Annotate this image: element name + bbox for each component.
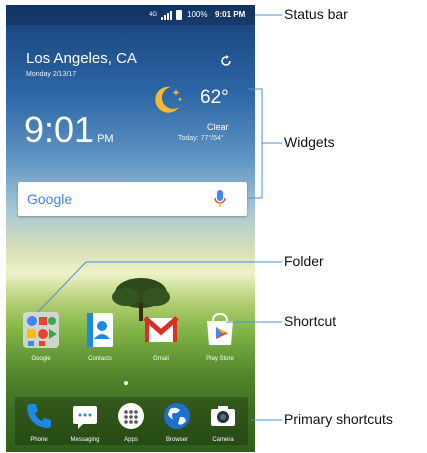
app-label: Camera	[212, 437, 234, 443]
contacts-icon	[87, 313, 113, 347]
app-label: Contacts	[88, 356, 112, 362]
app-label: Browser	[165, 437, 188, 443]
microphone-icon[interactable]	[213, 189, 227, 209]
battery-percent: 100%	[187, 10, 208, 19]
play-store-icon	[207, 312, 233, 345]
app-label: Play Store	[206, 356, 234, 362]
browser-icon	[164, 403, 190, 429]
google-folder-icon	[23, 312, 59, 348]
app-label: Apps	[124, 437, 138, 443]
battery-icon	[176, 10, 182, 20]
messaging-icon	[73, 406, 97, 429]
callout-folder: Folder	[284, 253, 324, 269]
moon-stars-icon	[155, 86, 183, 113]
app-label: Messaging	[70, 437, 100, 443]
gmail-icon	[143, 316, 179, 342]
clock-ampm: PM	[97, 133, 114, 145]
app-label: Phone	[30, 437, 48, 443]
callout-widgets: Widgets	[284, 134, 335, 150]
camera-icon	[211, 406, 235, 426]
signal-icon	[161, 11, 172, 20]
date-label: Monday 2/13/17	[26, 71, 77, 78]
page-indicator	[124, 381, 128, 385]
clock-digits: 9:01	[24, 109, 95, 150]
apps-icon	[118, 403, 144, 429]
google-logo: Google	[27, 191, 73, 207]
phone-shortcut[interactable]: Phone	[18, 401, 60, 443]
city-name: Los Angeles, CA	[26, 50, 137, 67]
camera-shortcut[interactable]: Camera	[202, 401, 244, 443]
refresh-icon[interactable]	[220, 55, 232, 67]
contacts-shortcut[interactable]: Contacts	[79, 311, 121, 362]
app-label: Google	[31, 356, 51, 362]
phone-screen: 4G 100% 9:01 PM Los Angeles, CA Monday 2…	[6, 5, 255, 452]
dock: Phone Messaging Apps Browser Camera	[15, 397, 248, 445]
apps-shortcut[interactable]: Apps	[110, 401, 152, 443]
callout-status-bar: Status bar	[284, 6, 348, 22]
browser-shortcut[interactable]: Browser	[156, 401, 198, 443]
callout-primary-shortcuts: Primary shortcuts	[284, 411, 393, 427]
temperature: 62°	[200, 87, 229, 108]
weather-condition: Clear	[207, 122, 229, 132]
google-folder[interactable]: Google	[20, 311, 62, 362]
clock-time: 9:01 PM	[24, 110, 114, 159]
google-search-bar[interactable]: Google	[18, 182, 247, 216]
status-bar: 4G 100% 9:01 PM	[6, 5, 255, 25]
app-label: Gmail	[153, 356, 169, 362]
messaging-shortcut[interactable]: Messaging	[64, 401, 106, 443]
network-type: 4G	[149, 12, 158, 18]
status-time: 9:01 PM	[215, 10, 246, 19]
play-store-shortcut[interactable]: Play Store	[199, 311, 241, 362]
phone-icon	[27, 404, 51, 428]
callout-shortcut: Shortcut	[284, 313, 337, 329]
temperature-range: Today: 77°/54°	[178, 135, 224, 142]
gmail-shortcut[interactable]: Gmail	[140, 311, 182, 362]
